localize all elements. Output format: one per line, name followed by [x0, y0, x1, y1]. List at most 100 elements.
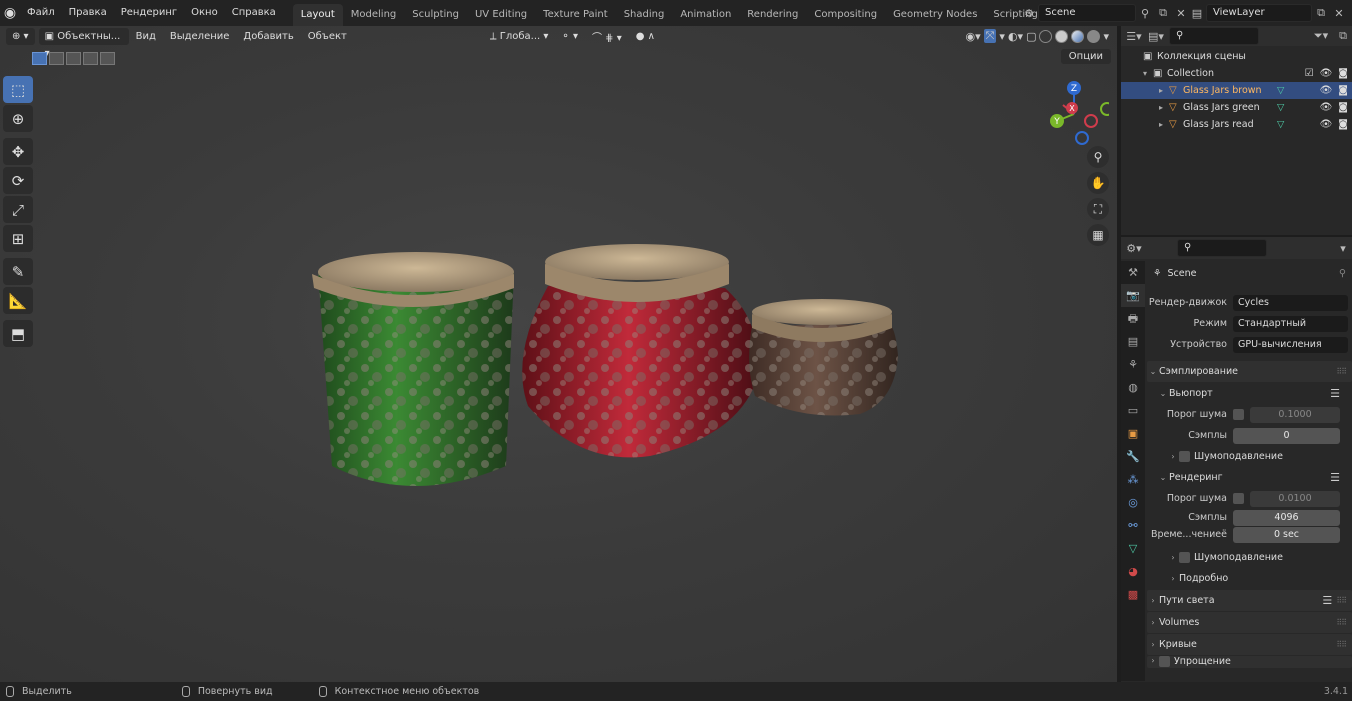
- tab-geometry-nodes[interactable]: Geometry Nodes: [885, 4, 985, 26]
- menu-window[interactable]: Окно: [184, 0, 225, 26]
- sampling-panel[interactable]: ⌄ Сэмплирование ⠿⠿: [1147, 361, 1352, 382]
- mesh-data-icon[interactable]: ▽: [1277, 119, 1284, 130]
- modifier-tab-icon[interactable]: 🔧: [1121, 445, 1145, 468]
- object-tab-icon[interactable]: ▣: [1121, 422, 1145, 445]
- view-layer-icon[interactable]: ▤: [1188, 4, 1206, 22]
- material-tab-icon[interactable]: ◕: [1121, 560, 1145, 583]
- tab-layout[interactable]: Layout: [292, 4, 343, 26]
- eye-icon[interactable]: 👁: [1320, 85, 1333, 96]
- scene-name-field[interactable]: Scene: [1038, 4, 1136, 22]
- outliner-search-icon[interactable]: ⚲: [1169, 27, 1259, 45]
- viewport-denoise-subpanel[interactable]: › Шумоподавление: [1147, 446, 1352, 467]
- menu-file[interactable]: Файл: [20, 0, 62, 26]
- delete-view-layer-icon[interactable]: ✕: [1330, 4, 1348, 22]
- options-dropdown-icon[interactable]: ▾: [1334, 239, 1352, 257]
- world-tab-icon[interactable]: ◍: [1121, 376, 1145, 399]
- render-denoise-subpanel[interactable]: › Шумоподавление: [1147, 547, 1352, 568]
- particles-tab-icon[interactable]: ⁂: [1121, 468, 1145, 491]
- menu-help[interactable]: Справка: [225, 0, 283, 26]
- outliner-item-glass-jars-green[interactable]: ▸ ▽ Glass Jars green ▽ 👁 ◙: [1121, 99, 1352, 116]
- eye-icon[interactable]: 👁: [1320, 68, 1333, 79]
- presets-list-icon[interactable]: ☰: [1322, 594, 1332, 607]
- render-engine-dropdown[interactable]: Cycles: [1233, 294, 1348, 311]
- view-layer-field[interactable]: ViewLayer: [1206, 4, 1312, 22]
- viewport-subpanel[interactable]: ⌄ Вьюпорт ☰: [1147, 383, 1352, 404]
- mesh-data-icon[interactable]: ▽: [1277, 102, 1284, 113]
- simplify-checkbox[interactable]: [1159, 656, 1170, 667]
- expand-icon[interactable]: ▸: [1159, 86, 1169, 95]
- drag-handle-icon[interactable]: ⠿⠿: [1336, 618, 1347, 627]
- render-camera-icon[interactable]: ◙: [1338, 68, 1348, 79]
- drag-handle-icon[interactable]: ⠿⠿: [1336, 640, 1347, 649]
- tab-sculpting[interactable]: Sculpting: [404, 4, 467, 26]
- outliner-item-glass-jars-brown[interactable]: ▸ ▽ Glass Jars brown ▽ 👁 ◙: [1121, 82, 1352, 99]
- noise-threshold-checkbox[interactable]: [1233, 409, 1244, 420]
- advanced-subpanel[interactable]: › Подробно: [1147, 568, 1352, 589]
- pin-icon[interactable]: ⚲: [1339, 268, 1346, 279]
- collection-row[interactable]: ▾ ▣ Collection ☑ 👁 ◙: [1121, 65, 1352, 82]
- eye-icon[interactable]: 👁: [1320, 119, 1333, 130]
- tab-animation[interactable]: Animation: [672, 4, 739, 26]
- physics-tab-icon[interactable]: ◎: [1121, 491, 1145, 514]
- presets-list-icon[interactable]: ☰: [1330, 471, 1340, 484]
- texture-tab-icon[interactable]: ▩: [1121, 583, 1145, 606]
- render-tab-icon[interactable]: 📷: [1121, 284, 1145, 307]
- render-camera-icon[interactable]: ◙: [1338, 102, 1348, 113]
- filter-icon[interactable]: ⏷▾: [1312, 27, 1330, 45]
- viewport-noise-threshold-field[interactable]: 0.1000: [1250, 406, 1340, 423]
- editor-type-icon[interactable]: ☰▾: [1125, 27, 1143, 45]
- render-samples-field[interactable]: 4096: [1233, 509, 1340, 526]
- eye-icon[interactable]: 👁: [1320, 102, 1333, 113]
- noise-threshold-checkbox[interactable]: [1233, 493, 1244, 504]
- tab-texture-paint[interactable]: Texture Paint: [535, 4, 616, 26]
- data-tab-icon[interactable]: ▽: [1121, 537, 1145, 560]
- volumes-panel[interactable]: › Volumes ⠿⠿: [1147, 612, 1352, 633]
- tool-tab-icon[interactable]: ⚒: [1121, 261, 1145, 284]
- tab-uv-editing[interactable]: UV Editing: [467, 4, 535, 26]
- new-view-layer-icon[interactable]: ⧉: [1312, 4, 1330, 22]
- drag-handle-icon[interactable]: ⠿⠿: [1336, 367, 1347, 376]
- display-mode-icon[interactable]: ▤▾: [1147, 27, 1165, 45]
- light-paths-panel[interactable]: › Пути света ☰ ⠿⠿: [1147, 590, 1352, 611]
- tab-modeling[interactable]: Modeling: [343, 4, 405, 26]
- presets-list-icon[interactable]: ☰: [1330, 387, 1340, 400]
- view-layer-tab-icon[interactable]: ▤: [1121, 330, 1145, 353]
- 3d-viewport[interactable]: ⊕ ▾ ▣ Объектны... ▾ Вид Выделение Добави…: [0, 26, 1117, 682]
- properties-search-icon[interactable]: ⚲: [1177, 239, 1267, 257]
- constraints-tab-icon[interactable]: ⚯: [1121, 514, 1145, 537]
- checkbox-icon[interactable]: ☑: [1305, 68, 1314, 79]
- collapse-icon[interactable]: ▾: [1143, 69, 1153, 78]
- scene-collection-row[interactable]: ▣ Коллекция сцены: [1121, 48, 1352, 65]
- menu-edit[interactable]: Правка: [62, 0, 114, 26]
- pin-icon[interactable]: ⚲: [1136, 4, 1154, 22]
- tab-shading[interactable]: Shading: [616, 4, 673, 26]
- expand-icon[interactable]: ▸: [1159, 120, 1169, 129]
- time-limit-field[interactable]: 0 sec: [1233, 526, 1340, 543]
- denoise-checkbox[interactable]: [1179, 552, 1190, 563]
- scene-tab-icon[interactable]: ⚘: [1121, 353, 1145, 376]
- simplify-panel[interactable]: › Упрощение: [1147, 656, 1352, 668]
- outliner-item-glass-jars-read[interactable]: ▸ ▽ Glass Jars read ▽ 👁 ◙: [1121, 116, 1352, 133]
- render-camera-icon[interactable]: ◙: [1338, 119, 1348, 130]
- expand-icon[interactable]: ▸: [1159, 103, 1169, 112]
- render-subpanel[interactable]: ⌄ Рендеринг ☰: [1147, 467, 1352, 488]
- drag-handle-icon[interactable]: ⠿⠿: [1336, 596, 1347, 605]
- curves-panel[interactable]: › Кривые ⠿⠿: [1147, 634, 1352, 655]
- mesh-data-icon[interactable]: ▽: [1277, 85, 1284, 96]
- scene-icon[interactable]: ⚙: [1020, 4, 1038, 22]
- editor-type-icon[interactable]: ⚙▾: [1125, 239, 1143, 257]
- new-scene-icon[interactable]: ⧉: [1154, 4, 1172, 22]
- output-tab-icon[interactable]: 🖶: [1121, 307, 1145, 330]
- tab-compositing[interactable]: Compositing: [806, 4, 885, 26]
- blender-logo-icon[interactable]: ◉: [0, 0, 20, 26]
- device-dropdown[interactable]: GPU-вычисления: [1233, 336, 1348, 353]
- tab-rendering[interactable]: Rendering: [739, 4, 806, 26]
- mode-dropdown[interactable]: Стандартный: [1233, 315, 1348, 332]
- render-camera-icon[interactable]: ◙: [1338, 85, 1348, 96]
- viewport-samples-field[interactable]: 0: [1233, 427, 1340, 444]
- denoise-checkbox[interactable]: [1179, 451, 1190, 462]
- collection-tab-icon[interactable]: ▭: [1121, 399, 1145, 422]
- new-collection-icon[interactable]: ⧉: [1334, 27, 1352, 45]
- menu-render[interactable]: Рендеринг: [114, 0, 184, 26]
- render-noise-threshold-field[interactable]: 0.0100: [1250, 490, 1340, 507]
